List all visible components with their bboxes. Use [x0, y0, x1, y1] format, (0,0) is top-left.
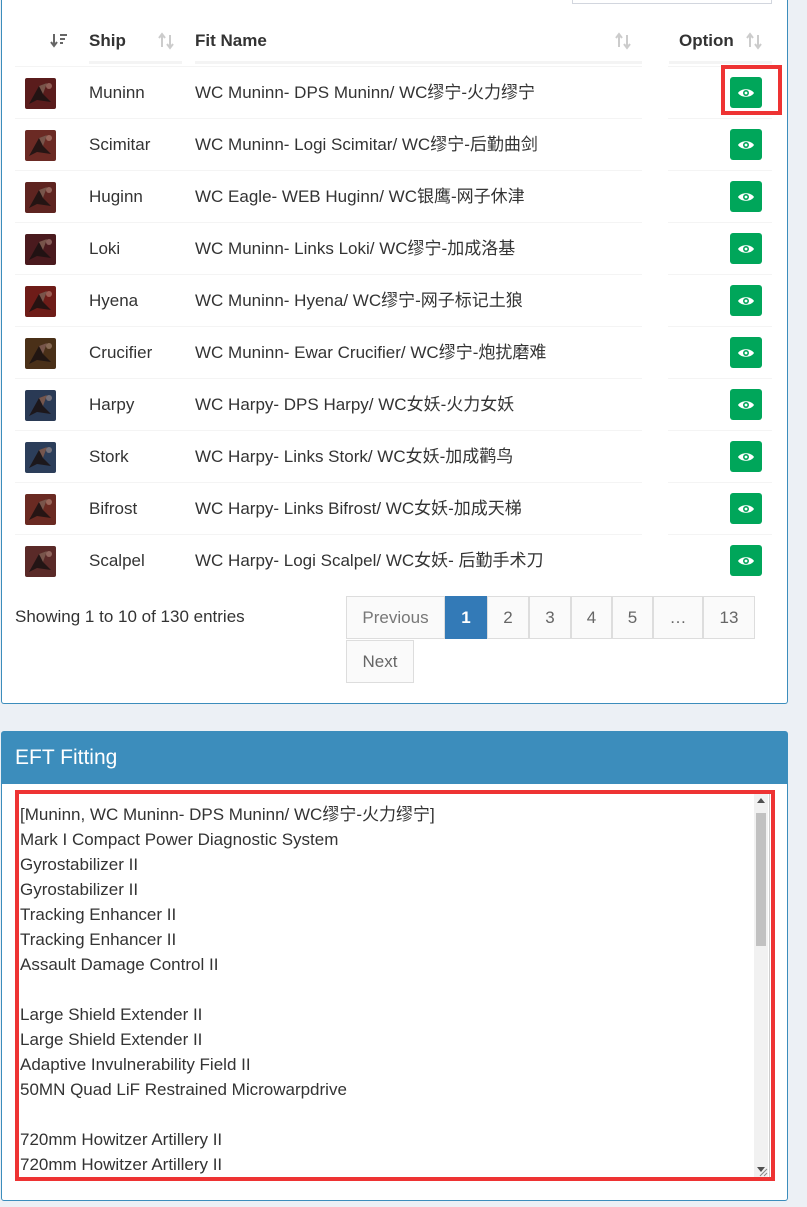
fit-name: WC Muninn- Ewar Crucifier/ WC缪宁-炮扰磨难	[195, 343, 547, 362]
fit-name: WC Harpy- Links Bifrost/ WC女妖-加成天梯	[195, 499, 522, 518]
ship-name: Bifrost	[89, 499, 138, 518]
fit-name: WC Harpy- DPS Harpy/ WC女妖-火力女妖	[195, 395, 515, 414]
column-gap	[642, 326, 668, 378]
fit-name: WC Muninn- Hyena/ WC缪宁-网子标记土狼	[195, 291, 523, 310]
scimitar-ship-icon	[25, 130, 56, 161]
fit-name: WC Harpy- Logi Scalpel/ WC女妖- 后勤手术刀	[195, 551, 544, 570]
view-fit-button[interactable]	[730, 545, 762, 576]
ship-name: Hyena	[89, 291, 139, 310]
fit-name: WC Muninn- DPS Muninn/ WC缪宁-火力缪宁	[195, 83, 536, 102]
ship-name: Scimitar	[89, 135, 151, 154]
table-row: Crucifier WC Muninn- Ewar Crucifier/ WC缪宁…	[15, 326, 772, 378]
pagination-page[interactable]: 5	[612, 596, 653, 639]
view-fit-button[interactable]	[730, 493, 762, 524]
pagination-page[interactable]: 13	[703, 596, 755, 639]
eft-textarea-highlight	[15, 790, 775, 1181]
eye-icon	[738, 504, 754, 513]
muninn-ship-icon	[25, 78, 56, 109]
pagination-page[interactable]: 4	[571, 596, 612, 639]
crucifier-ship-icon	[25, 338, 56, 369]
harpy-ship-icon	[25, 390, 56, 421]
search-input[interactable]	[572, 0, 772, 4]
view-fit-button[interactable]	[730, 129, 762, 160]
column-gap	[642, 118, 668, 170]
fit-name: WC Eagle- WEB Huginn/ WC银鹰-网子休津	[195, 187, 525, 206]
ship-name: Huginn	[89, 187, 143, 206]
eye-icon	[738, 244, 754, 253]
pagination-previous[interactable]: Previous	[346, 596, 445, 639]
pagination-next[interactable]: Next	[346, 640, 414, 683]
table-row: Loki WC Muninn- Links Loki/ WC缪宁-加成洛基	[15, 222, 772, 274]
ship-name: Stork	[89, 447, 129, 466]
eft-fitting-title: EFT Fitting	[2, 732, 787, 784]
ship-name: Crucifier	[89, 343, 153, 362]
pagination-page[interactable]: 2	[487, 596, 529, 639]
ship-name: Muninn	[89, 83, 145, 102]
fit-name: WC Harpy- Links Stork/ WC女妖-加成鹳鸟	[195, 447, 514, 466]
eye-icon	[738, 400, 754, 409]
column-gap	[642, 274, 668, 326]
sort-desc-icon[interactable]	[50, 32, 68, 50]
table-header: Ship Fit Name Option	[0, 18, 787, 66]
fit-name: WC Muninn- Links Loki/ WC缪宁-加成洛基	[195, 239, 516, 258]
hyena-ship-icon	[25, 286, 56, 317]
view-fit-button[interactable]	[730, 233, 762, 264]
view-fit-button[interactable]	[730, 441, 762, 472]
eye-icon	[738, 140, 754, 149]
view-fit-button[interactable]	[730, 337, 762, 368]
fit-name: WC Muninn- Logi Scimitar/ WC缪宁-后勤曲剑	[195, 135, 538, 154]
eye-icon	[738, 296, 754, 305]
table-info: Showing 1 to 10 of 130 entries	[15, 607, 245, 626]
column-gap	[642, 482, 668, 534]
column-gap	[642, 534, 668, 586]
view-fit-button[interactable]	[730, 181, 762, 212]
eye-icon	[738, 348, 754, 357]
scalpel-ship-icon	[25, 546, 56, 577]
pagination-page[interactable]: 3	[529, 596, 571, 639]
column-gap	[642, 378, 668, 430]
huginn-ship-icon	[25, 182, 56, 213]
sort-both-icon[interactable]	[745, 32, 763, 50]
sort-both-icon[interactable]	[157, 32, 175, 50]
eye-icon	[738, 556, 754, 565]
ship-name: Harpy	[89, 395, 135, 414]
eye-icon	[738, 192, 754, 201]
loki-ship-icon	[25, 234, 56, 265]
table-row: Huginn WC Eagle- WEB Huginn/ WC银鹰-网子休津	[15, 170, 772, 222]
column-gap	[642, 430, 668, 482]
table-row: Harpy WC Harpy- DPS Harpy/ WC女妖-火力女妖	[15, 378, 772, 430]
table-row: Hyena WC Muninn- Hyena/ WC缪宁-网子标记土狼	[15, 274, 772, 326]
table-row: Scimitar WC Muninn- Logi Scimitar/ WC缪宁-后…	[15, 118, 772, 170]
pagination-ellipsis: …	[653, 596, 703, 639]
bifrost-ship-icon	[25, 494, 56, 525]
column-gap	[642, 66, 668, 118]
pagination-page[interactable]: 1	[445, 596, 487, 639]
table-row: Stork WC Harpy- Links Stork/ WC女妖-加成鹳鸟	[15, 430, 772, 482]
selected-view-highlight	[721, 65, 782, 115]
ship-name: Scalpel	[89, 551, 145, 570]
table-row: Scalpel WC Harpy- Logi Scalpel/ WC女妖- 后勤手…	[15, 534, 772, 586]
eye-icon	[738, 452, 754, 461]
view-fit-button[interactable]	[730, 285, 762, 316]
column-header-fit-name[interactable]: Fit Name	[195, 18, 642, 64]
table-row: Bifrost WC Harpy- Links Bifrost/ WC女妖-加成天…	[15, 482, 772, 534]
view-fit-button[interactable]	[730, 389, 762, 420]
column-gap	[642, 222, 668, 274]
table-row: Muninn WC Muninn- DPS Muninn/ WC缪宁-火力缪宁	[15, 66, 772, 118]
stork-ship-icon	[25, 442, 56, 473]
sort-both-icon[interactable]	[614, 32, 632, 50]
column-gap	[642, 170, 668, 222]
ship-name: Loki	[89, 239, 121, 258]
